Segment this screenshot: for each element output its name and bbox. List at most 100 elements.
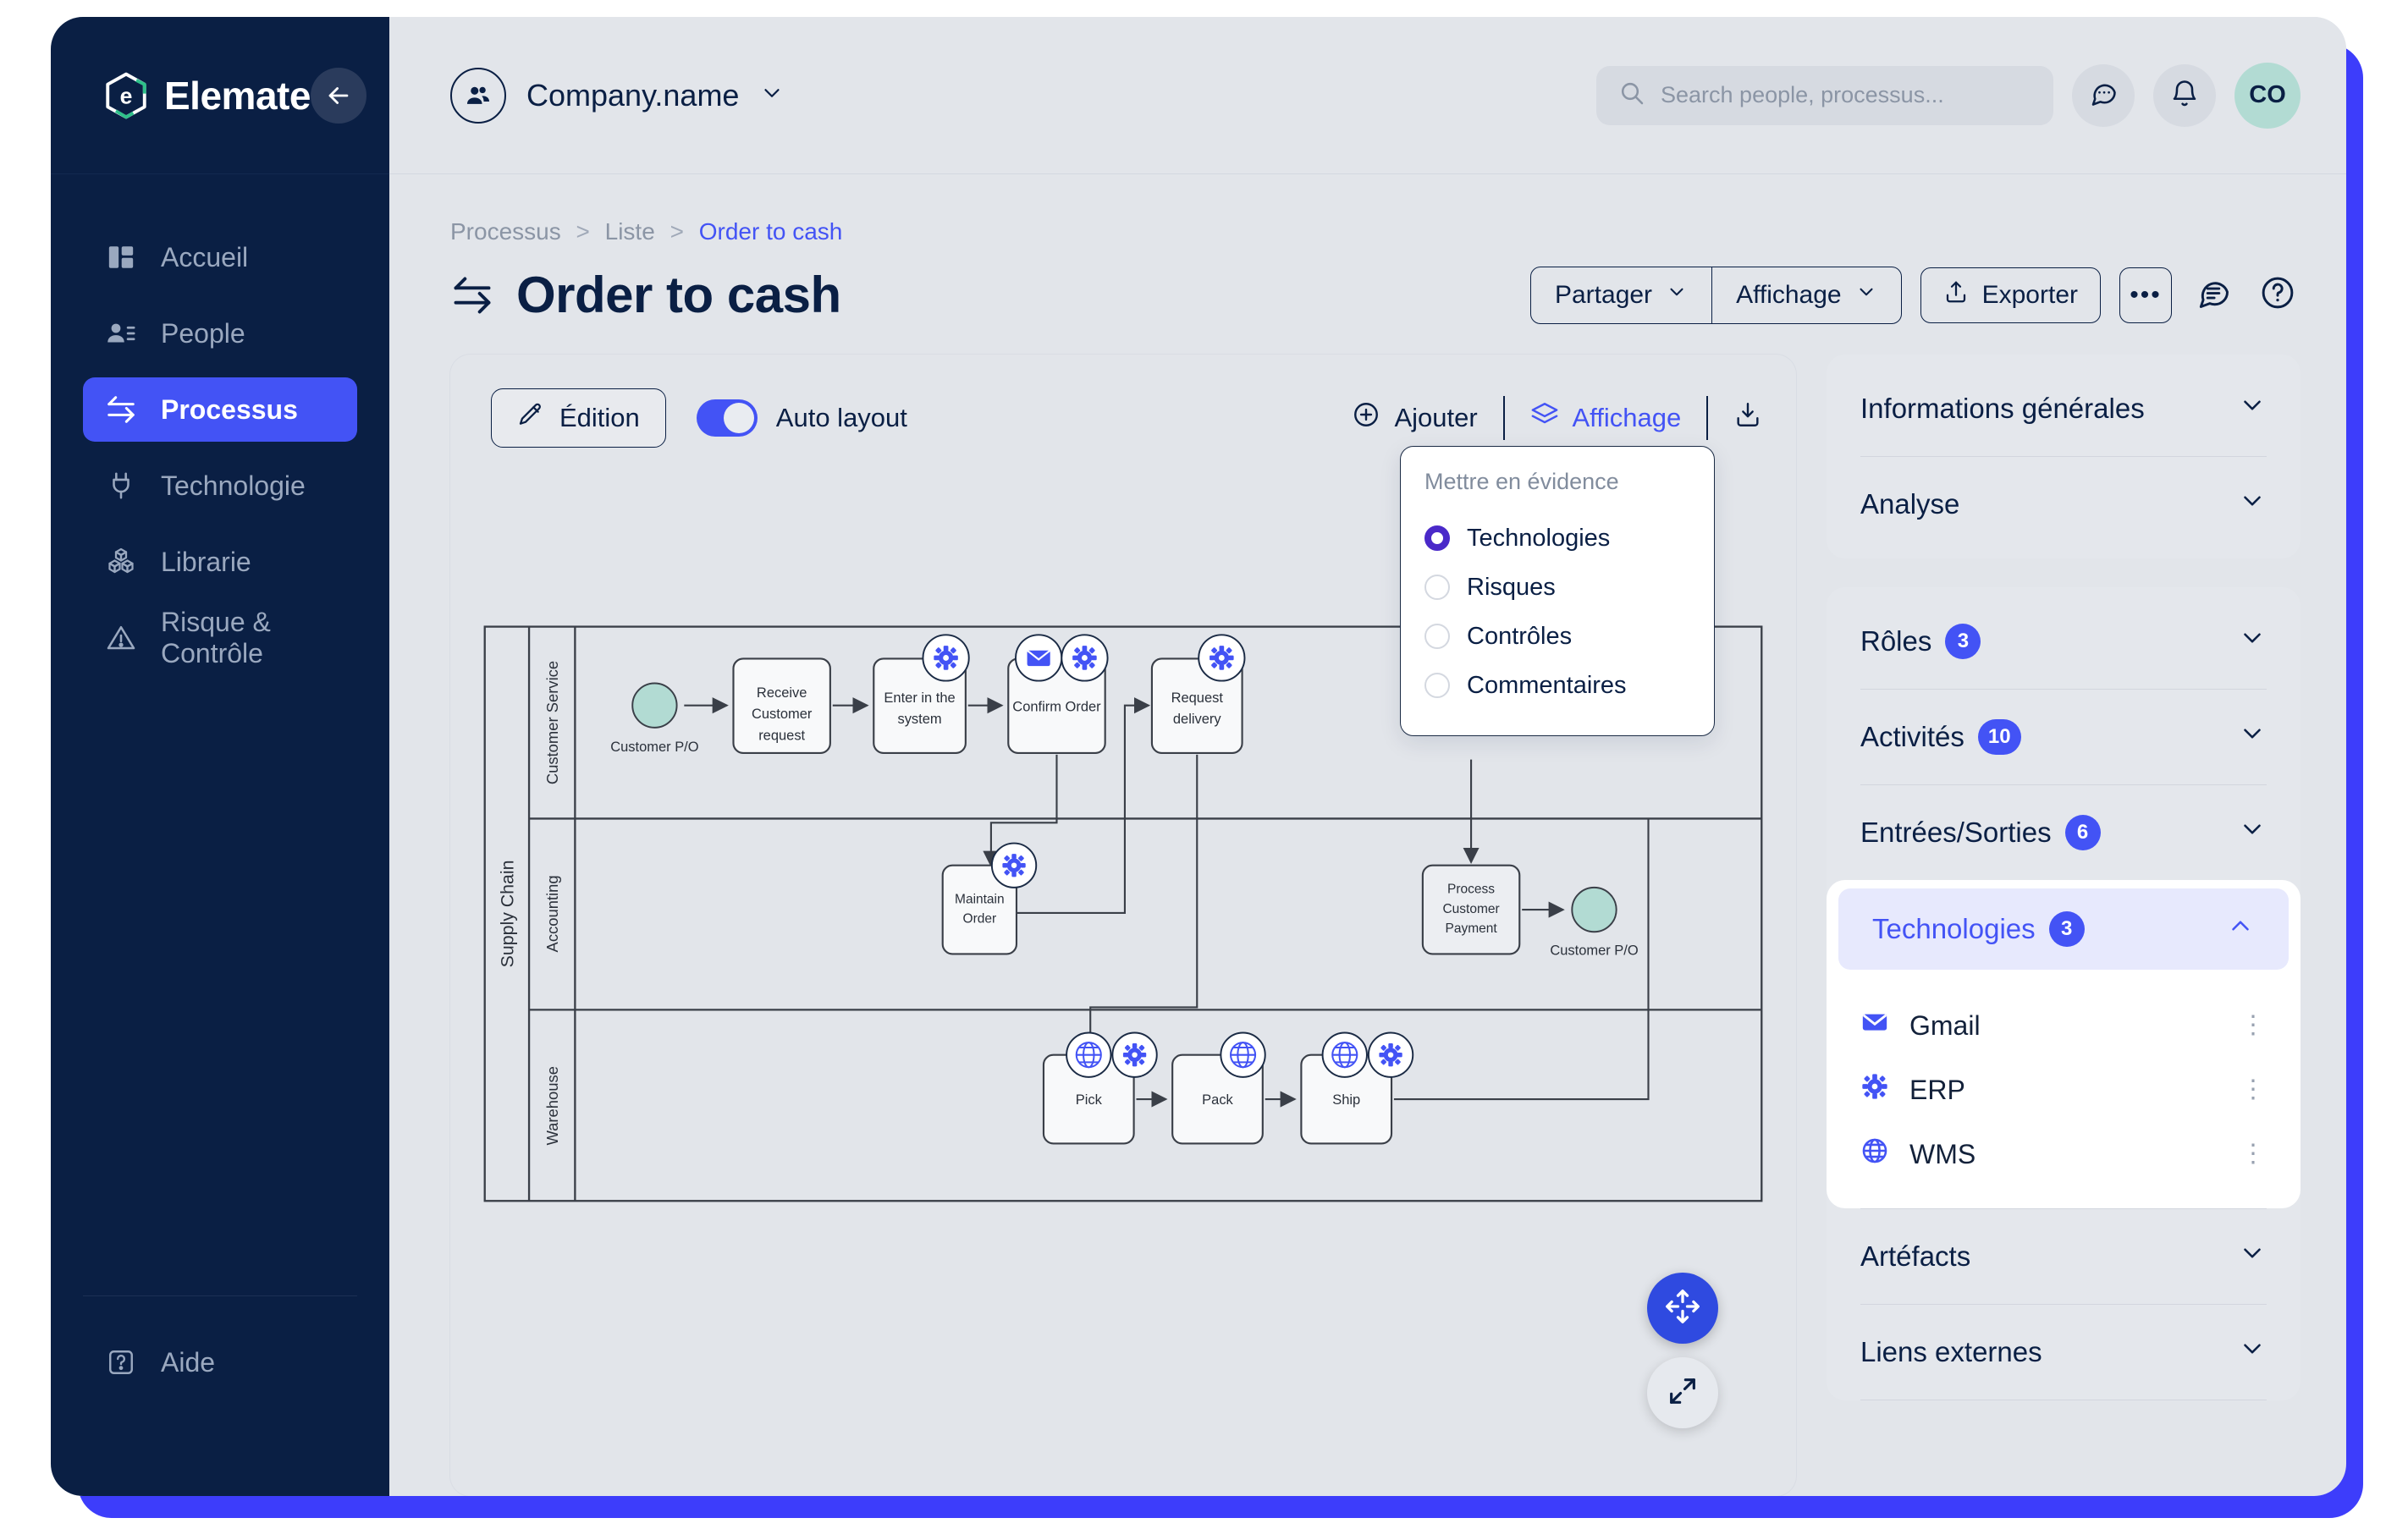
notifications-button[interactable] — [2153, 63, 2216, 127]
help-button[interactable] — [2255, 272, 2301, 318]
comments-button[interactable] — [2190, 272, 2236, 318]
sidebar-item-technologie[interactable]: Technologie — [83, 454, 357, 518]
technology-item-gmail[interactable]: Gmail ⋮ — [1827, 993, 2301, 1058]
sidebar-divider — [83, 1295, 357, 1296]
chevron-down-icon — [2238, 624, 2267, 659]
affichage-label: Affichage — [1736, 280, 1842, 309]
technology-item-erp[interactable]: ERP ⋮ — [1827, 1058, 2301, 1122]
sidebar-item-label: Accueil — [161, 241, 249, 272]
technology-label: ERP — [1909, 1074, 1965, 1105]
boxes-icon — [105, 546, 137, 578]
radio-icon[interactable] — [1424, 624, 1450, 649]
breadcrumb-middle[interactable]: Liste — [605, 218, 655, 245]
sidebar-item-aide[interactable]: Aide — [83, 1330, 357, 1394]
svg-text:system: system — [897, 712, 941, 727]
screenshot-root: e Elemate Accueil People Processus Techn… — [0, 0, 2397, 1540]
chevron-down-icon — [2238, 1334, 2267, 1370]
avatar-initials: CO — [2249, 81, 2286, 108]
chevron-down-icon — [1666, 281, 1688, 310]
radio-selected-icon[interactable] — [1424, 525, 1450, 551]
topbar: Company.name Search people, processus...… — [389, 17, 2346, 174]
content-area: Processus > Liste > Order to cash Order … — [389, 174, 2346, 1496]
body-row: Édition Auto layout Ajouter Affichage Me… — [389, 324, 2346, 1496]
page-header: Order to cash Partager Affichage Exporte… — [389, 245, 2346, 324]
plug-icon — [105, 470, 137, 502]
row-menu-button[interactable]: ⋮ — [2240, 1077, 2267, 1103]
sidebar-item-people[interactable]: People — [83, 301, 357, 366]
dropdown-option-label: Contrôles — [1467, 622, 1573, 650]
sidebar-item-risque-controle[interactable]: Risque & Contrôle — [83, 606, 357, 670]
svg-text:Payment: Payment — [1445, 921, 1497, 936]
envelope-icon — [1860, 1008, 1889, 1043]
affichage-button[interactable]: Affichage — [1711, 267, 1901, 323]
radio-icon[interactable] — [1424, 673, 1450, 698]
rail-section-label: Informations générales — [1860, 393, 2145, 424]
partager-button[interactable]: Partager — [1531, 267, 1711, 323]
help-square-icon — [105, 1346, 137, 1378]
status-badge: 10 — [1977, 719, 2021, 755]
rail-section-technologies[interactable]: Technologies 3 — [1838, 888, 2289, 970]
rail-section-label: Analyse — [1860, 488, 1960, 520]
svg-text:Customer: Customer — [752, 707, 813, 722]
rail-section-artefacts[interactable]: Artéfacts — [1860, 1209, 2267, 1304]
partager-label: Partager — [1554, 280, 1653, 309]
gear-badge — [990, 842, 1038, 888]
dropdown-title: Mettre en évidence — [1424, 469, 1619, 494]
radio-icon[interactable] — [1424, 575, 1450, 600]
company-switcher[interactable]: Company.name — [450, 67, 785, 124]
sidebar-item-librarie[interactable]: Librarie — [83, 530, 357, 594]
user-avatar[interactable]: CO — [2234, 62, 2301, 129]
people-group-icon — [450, 67, 506, 124]
dropdown-option-label: Risques — [1467, 573, 1556, 601]
global-search[interactable] — [1596, 65, 2053, 125]
page-actions: Partager Affichage Exporter ••• — [1529, 266, 2301, 324]
sidebar: e Elemate Accueil People Processus Techn… — [51, 17, 389, 1496]
svg-text:Enter in the: Enter in the — [884, 690, 955, 706]
rail-section-activites[interactable]: Activités 10 — [1860, 690, 2267, 784]
rail-card-technologies: Technologies 3 Gmail ⋮ ERP ⋮ WMS ⋮ — [1827, 880, 2301, 1208]
breadcrumb-current[interactable]: Order to cash — [699, 218, 843, 245]
chevron-down-icon — [2238, 719, 2267, 755]
dropdown-option-controles[interactable]: Contrôles — [1424, 612, 1690, 661]
rail-section-liens-externes[interactable]: Liens externes — [1860, 1305, 2267, 1400]
search-input[interactable] — [1661, 82, 2031, 108]
technology-item-wms[interactable]: WMS ⋮ — [1827, 1122, 2301, 1186]
svg-text:Process: Process — [1447, 883, 1495, 897]
dropdown-option-commentaires[interactable]: Commentaires — [1424, 661, 1690, 710]
rail-section-roles[interactable]: Rôles 3 — [1860, 594, 2267, 689]
page-title: Order to cash — [516, 267, 841, 323]
sidebar-item-accueil[interactable]: Accueil — [83, 225, 357, 289]
rail-section-informations-generales[interactable]: Informations générales — [1860, 361, 2267, 456]
elemate-logo-icon: e — [102, 71, 151, 120]
fullscreen-button[interactable] — [1647, 1357, 1718, 1428]
rail-section-analyse[interactable]: Analyse — [1860, 457, 2267, 552]
rail-section-entrees-sorties[interactable]: Entrées/Sorties 6 — [1860, 785, 2267, 880]
sidebar-item-processus[interactable]: Processus — [83, 377, 357, 442]
bell-icon — [2169, 78, 2200, 113]
move-arrows-icon — [1664, 1288, 1701, 1329]
row-menu-button[interactable]: ⋮ — [2240, 1141, 2267, 1167]
row-menu-button[interactable]: ⋮ — [2240, 1013, 2267, 1038]
gear-badge — [1111, 1031, 1158, 1078]
more-options-button[interactable]: ••• — [2119, 267, 2172, 323]
dropdown-option-label: Commentaires — [1467, 671, 1627, 699]
end-event — [1571, 886, 1617, 933]
status-badge: 3 — [1945, 624, 1981, 659]
sidebar-collapse-button[interactable] — [310, 67, 366, 124]
dropdown-option-risques[interactable]: Risques — [1424, 563, 1690, 612]
exporter-button[interactable]: Exporter — [1920, 267, 2101, 323]
dropdown-option-technologies[interactable]: Technologies — [1424, 514, 1690, 563]
process-canvas[interactable]: Édition Auto layout Ajouter Affichage Me… — [450, 355, 1796, 1496]
process-arrows-icon — [105, 393, 137, 426]
rail-section-label: Technologies — [1872, 913, 2036, 944]
upload-icon — [1943, 279, 1969, 311]
gear-badge — [1061, 634, 1109, 682]
comment-lines-icon — [2195, 274, 2232, 316]
highlight-dropdown[interactable]: Mettre en évidence Technologies Risques — [1400, 446, 1715, 736]
chat-button[interactable] — [2072, 63, 2135, 127]
dashboard-icon — [105, 241, 137, 273]
breadcrumb-root[interactable]: Processus — [450, 218, 561, 245]
chat-bubble-icon — [2088, 78, 2119, 113]
recenter-button[interactable] — [1647, 1273, 1718, 1344]
company-name: Company.name — [526, 77, 740, 113]
